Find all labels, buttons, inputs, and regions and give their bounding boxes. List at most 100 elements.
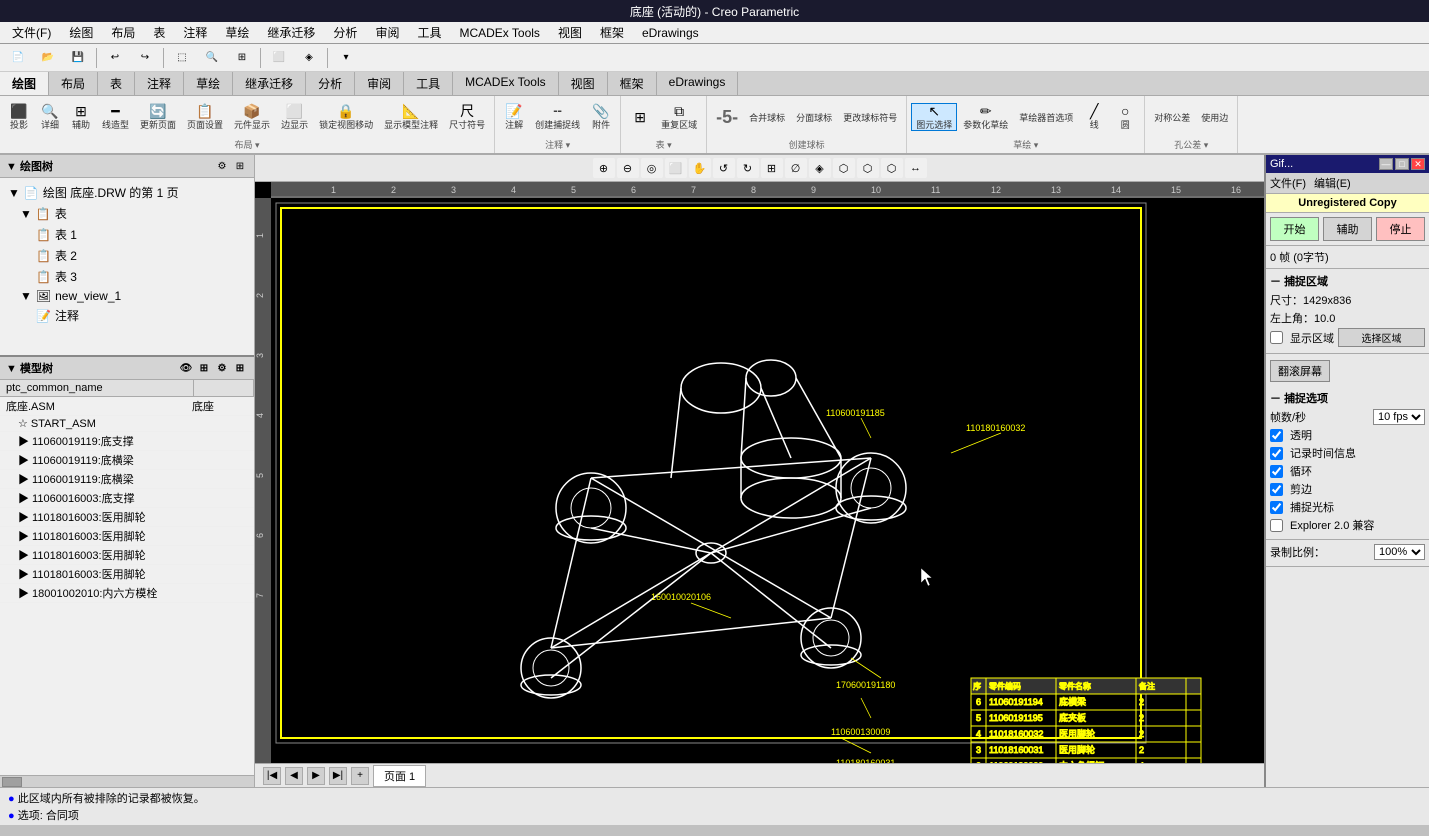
- mini-ref[interactable]: ∅: [785, 158, 807, 178]
- mini-display1[interactable]: ◈: [809, 158, 831, 178]
- mini-display5[interactable]: ↔: [905, 158, 927, 178]
- tree-item-table3[interactable]: 📋 表 3: [0, 266, 254, 287]
- save-btn[interactable]: 💾: [64, 46, 92, 70]
- gif-menu-file[interactable]: 文件(F): [1270, 175, 1306, 191]
- gif-close-btn[interactable]: ✕: [1411, 158, 1425, 170]
- redo-btn[interactable]: ↪: [131, 46, 159, 70]
- model-tree-settings-icon[interactable]: ⚙: [214, 360, 230, 376]
- model-tree-row-5[interactable]: ▶ 11018016003:医用脚轮: [0, 508, 254, 527]
- page-tab-1[interactable]: 页面 1: [373, 765, 426, 787]
- gif-start-btn[interactable]: 开始: [1270, 217, 1319, 241]
- gif-scroll-btn[interactable]: 翻滚屏幕: [1270, 360, 1330, 382]
- tab-layout[interactable]: 布局: [49, 72, 98, 95]
- table-insert-btn[interactable]: ⊞: [625, 103, 655, 131]
- model-tree-row-start[interactable]: ☆ START_ASM: [0, 416, 254, 432]
- gif-transparent-check[interactable]: [1270, 429, 1283, 442]
- component-display-btn[interactable]: 📦 元件显示: [229, 103, 275, 131]
- menu-analysis[interactable]: 分析: [325, 22, 365, 43]
- element-select-btn[interactable]: ↖ 图元选择: [911, 103, 957, 131]
- gif-scale-select[interactable]: 100% 75% 50%: [1374, 544, 1425, 560]
- drawing-viewport[interactable]: 1 2 3 4 5 6 7 8 9 10 11 12 13 14 15 16 1: [255, 182, 1264, 763]
- select-mode-btn[interactable]: ⬚: [168, 46, 196, 70]
- detail-btn[interactable]: 🔍 详细: [35, 103, 65, 131]
- gif-timestamp-check[interactable]: [1270, 447, 1283, 460]
- menu-layout[interactable]: 布局: [103, 22, 143, 43]
- gif-maximize-btn[interactable]: □: [1395, 158, 1409, 170]
- display2-btn[interactable]: ◈: [295, 46, 323, 70]
- page-last-btn[interactable]: ▶|: [329, 767, 347, 785]
- circle-btn[interactable]: ○ 圆: [1110, 103, 1140, 131]
- page-first-btn[interactable]: |◀: [263, 767, 281, 785]
- mini-rotate2[interactable]: ↻: [737, 158, 759, 178]
- menu-frame[interactable]: 框架: [592, 22, 632, 43]
- menu-mcadex[interactable]: MCADEx Tools: [451, 24, 547, 42]
- aux-btn[interactable]: ⊞ 辅助: [66, 103, 96, 131]
- line-btn[interactable]: ╱ 线: [1079, 103, 1109, 131]
- menu-tools[interactable]: 工具: [409, 22, 449, 43]
- use-edge-btn[interactable]: 使用边: [1196, 103, 1233, 131]
- attach-btn[interactable]: 📎 附件: [586, 103, 616, 131]
- tab-sketch[interactable]: 草绘: [184, 72, 233, 95]
- edge-display-btn[interactable]: ⬜ 边显示: [276, 103, 313, 131]
- gif-loop-check[interactable]: [1270, 465, 1283, 478]
- model-tree-row-9[interactable]: ▶ 18001002010:内六方模栓: [0, 584, 254, 603]
- more-btn[interactable]: ▾: [332, 46, 360, 70]
- mini-grid[interactable]: ⊞: [761, 158, 783, 178]
- gif-minimize-btn[interactable]: —: [1379, 158, 1393, 170]
- param-sketch-btn[interactable]: ✏ 参数化草绘: [958, 103, 1013, 131]
- mini-zoom-region[interactable]: ◎: [641, 158, 663, 178]
- undo-btn[interactable]: ↩: [101, 46, 129, 70]
- mini-display4[interactable]: ⬡: [881, 158, 903, 178]
- gif-fps-select[interactable]: 10 fps 5 fps 15 fps 20 fps: [1373, 409, 1425, 425]
- update-page-btn[interactable]: 🔄 更新页面: [135, 103, 181, 131]
- open-btn[interactable]: 📂: [34, 46, 62, 70]
- page-setup-btn[interactable]: 📋 页面设置: [182, 103, 228, 131]
- change-balloon-btn[interactable]: 更改球标符号: [838, 103, 902, 131]
- show-model-anno-btn[interactable]: 📐 显示模型注释: [379, 103, 443, 131]
- tab-mcadex[interactable]: MCADEx Tools: [453, 72, 558, 95]
- model-tree-row-8[interactable]: ▶ 11018016003:医用脚轮: [0, 565, 254, 584]
- projection-btn[interactable]: ⬛ 投影: [4, 103, 34, 131]
- mini-display2[interactable]: ⬡: [833, 158, 855, 178]
- page-add-btn[interactable]: +: [351, 767, 369, 785]
- menu-sketch[interactable]: 草绘: [217, 22, 257, 43]
- model-tree-row-1[interactable]: ▶ 11060019119:底支撑: [0, 432, 254, 451]
- lock-view-btn[interactable]: 🔒 锁定视图移动: [314, 103, 378, 131]
- menu-file[interactable]: 文件(F): [4, 22, 59, 43]
- model-tree-hscroll[interactable]: [0, 775, 254, 787]
- menu-edrawings[interactable]: eDrawings: [634, 24, 707, 42]
- model-tree-view-icon[interactable]: 👁: [178, 360, 194, 376]
- mini-pan[interactable]: ✋: [689, 158, 711, 178]
- tab-tools[interactable]: 工具: [404, 72, 453, 95]
- tab-inherit[interactable]: 继承迁移: [233, 72, 306, 95]
- model-tree-row-4[interactable]: ▶ 11060016003:底支撑: [0, 489, 254, 508]
- zoom-btn[interactable]: 🔍: [198, 46, 226, 70]
- region-btn[interactable]: ⊞: [228, 46, 256, 70]
- table-repeat-btn[interactable]: ⧉ 重复区域: [656, 103, 702, 131]
- linestyle-btn[interactable]: ━ 线造型: [97, 103, 134, 131]
- tab-review[interactable]: 审阅: [355, 72, 404, 95]
- gif-stop-btn[interactable]: 停止: [1376, 217, 1425, 241]
- tab-analysis[interactable]: 分析: [306, 72, 355, 95]
- model-tree-row-7[interactable]: ▶ 11018016003:医用脚轮: [0, 546, 254, 565]
- menu-annotation[interactable]: 注释: [175, 22, 215, 43]
- note-btn[interactable]: 📝 注解: [499, 103, 529, 131]
- sketcher-pref-btn[interactable]: 草绘器首选项: [1014, 103, 1078, 131]
- gif-cursor-check[interactable]: [1270, 501, 1283, 514]
- tab-frame[interactable]: 框架: [608, 72, 657, 95]
- tab-table[interactable]: 表: [98, 72, 135, 95]
- model-tree-row-2[interactable]: ▶ 11060019119:底横梁: [0, 451, 254, 470]
- split-balloon-btn[interactable]: 分面球标: [791, 103, 837, 131]
- gif-aux-btn[interactable]: 辅助: [1323, 217, 1372, 241]
- tree-item-table[interactable]: ▼ 📋 表: [0, 203, 254, 224]
- display-btn[interactable]: ⬜: [265, 46, 293, 70]
- model-tree-row-3[interactable]: ▶ 11060019119:底横梁: [0, 470, 254, 489]
- mini-display3[interactable]: ⬡: [857, 158, 879, 178]
- model-tree-col-icon[interactable]: ⊞: [196, 360, 212, 376]
- tree-settings-icon[interactable]: ⚙: [214, 158, 230, 174]
- menu-view[interactable]: 视图: [550, 22, 590, 43]
- drawing-canvas[interactable]: 110600191185 110180160032 160010020106: [271, 198, 1264, 763]
- model-tree-row-6[interactable]: ▶ 11018016003:医用脚轮: [0, 527, 254, 546]
- menu-table[interactable]: 表: [145, 22, 173, 43]
- gif-clip-check[interactable]: [1270, 483, 1283, 496]
